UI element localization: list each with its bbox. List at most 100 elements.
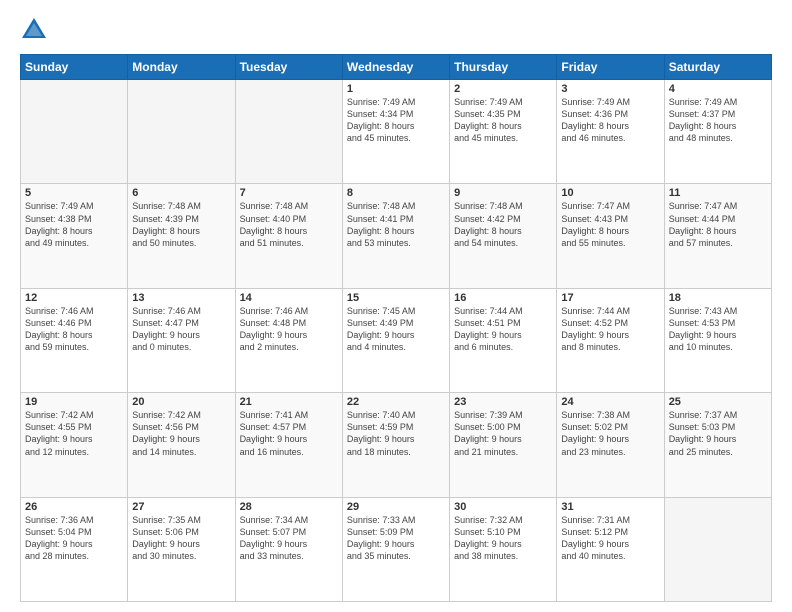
day-number: 25 bbox=[669, 396, 767, 408]
day-number: 29 bbox=[347, 501, 445, 513]
day-number: 23 bbox=[454, 396, 552, 408]
calendar-week-row: 5Sunrise: 7:49 AM Sunset: 4:38 PM Daylig… bbox=[21, 184, 772, 288]
day-number: 14 bbox=[240, 292, 338, 304]
day-number: 6 bbox=[132, 187, 230, 199]
calendar-cell: 6Sunrise: 7:48 AM Sunset: 4:39 PM Daylig… bbox=[128, 184, 235, 288]
day-info: Sunrise: 7:48 AM Sunset: 4:40 PM Dayligh… bbox=[240, 200, 338, 249]
day-number: 8 bbox=[347, 187, 445, 199]
calendar-cell: 19Sunrise: 7:42 AM Sunset: 4:55 PM Dayli… bbox=[21, 393, 128, 497]
calendar-week-row: 19Sunrise: 7:42 AM Sunset: 4:55 PM Dayli… bbox=[21, 393, 772, 497]
calendar-cell: 29Sunrise: 7:33 AM Sunset: 5:09 PM Dayli… bbox=[342, 497, 449, 601]
calendar-cell: 10Sunrise: 7:47 AM Sunset: 4:43 PM Dayli… bbox=[557, 184, 664, 288]
day-info: Sunrise: 7:38 AM Sunset: 5:02 PM Dayligh… bbox=[561, 409, 659, 458]
day-info: Sunrise: 7:36 AM Sunset: 5:04 PM Dayligh… bbox=[25, 514, 123, 563]
calendar-cell: 31Sunrise: 7:31 AM Sunset: 5:12 PM Dayli… bbox=[557, 497, 664, 601]
day-info: Sunrise: 7:48 AM Sunset: 4:42 PM Dayligh… bbox=[454, 200, 552, 249]
day-info: Sunrise: 7:34 AM Sunset: 5:07 PM Dayligh… bbox=[240, 514, 338, 563]
day-number: 15 bbox=[347, 292, 445, 304]
day-number: 1 bbox=[347, 83, 445, 95]
day-number: 18 bbox=[669, 292, 767, 304]
calendar-header-sunday: Sunday bbox=[21, 55, 128, 80]
calendar-cell: 26Sunrise: 7:36 AM Sunset: 5:04 PM Dayli… bbox=[21, 497, 128, 601]
calendar-cell: 27Sunrise: 7:35 AM Sunset: 5:06 PM Dayli… bbox=[128, 497, 235, 601]
calendar-cell: 15Sunrise: 7:45 AM Sunset: 4:49 PM Dayli… bbox=[342, 288, 449, 392]
calendar-header-thursday: Thursday bbox=[450, 55, 557, 80]
day-info: Sunrise: 7:32 AM Sunset: 5:10 PM Dayligh… bbox=[454, 514, 552, 563]
calendar-cell bbox=[128, 80, 235, 184]
day-number: 31 bbox=[561, 501, 659, 513]
day-number: 22 bbox=[347, 396, 445, 408]
calendar-cell: 4Sunrise: 7:49 AM Sunset: 4:37 PM Daylig… bbox=[664, 80, 771, 184]
calendar-cell: 20Sunrise: 7:42 AM Sunset: 4:56 PM Dayli… bbox=[128, 393, 235, 497]
day-info: Sunrise: 7:49 AM Sunset: 4:37 PM Dayligh… bbox=[669, 96, 767, 145]
day-number: 27 bbox=[132, 501, 230, 513]
day-info: Sunrise: 7:46 AM Sunset: 4:46 PM Dayligh… bbox=[25, 305, 123, 354]
calendar-cell: 12Sunrise: 7:46 AM Sunset: 4:46 PM Dayli… bbox=[21, 288, 128, 392]
calendar-cell: 11Sunrise: 7:47 AM Sunset: 4:44 PM Dayli… bbox=[664, 184, 771, 288]
logo bbox=[20, 16, 52, 44]
calendar-cell: 1Sunrise: 7:49 AM Sunset: 4:34 PM Daylig… bbox=[342, 80, 449, 184]
day-info: Sunrise: 7:43 AM Sunset: 4:53 PM Dayligh… bbox=[669, 305, 767, 354]
calendar-header-row: SundayMondayTuesdayWednesdayThursdayFrid… bbox=[21, 55, 772, 80]
calendar-cell: 2Sunrise: 7:49 AM Sunset: 4:35 PM Daylig… bbox=[450, 80, 557, 184]
day-number: 12 bbox=[25, 292, 123, 304]
calendar-cell: 16Sunrise: 7:44 AM Sunset: 4:51 PM Dayli… bbox=[450, 288, 557, 392]
day-info: Sunrise: 7:49 AM Sunset: 4:38 PM Dayligh… bbox=[25, 200, 123, 249]
calendar-header-friday: Friday bbox=[557, 55, 664, 80]
calendar-header-wednesday: Wednesday bbox=[342, 55, 449, 80]
day-number: 20 bbox=[132, 396, 230, 408]
day-info: Sunrise: 7:45 AM Sunset: 4:49 PM Dayligh… bbox=[347, 305, 445, 354]
calendar-header-saturday: Saturday bbox=[664, 55, 771, 80]
day-info: Sunrise: 7:48 AM Sunset: 4:41 PM Dayligh… bbox=[347, 200, 445, 249]
day-number: 21 bbox=[240, 396, 338, 408]
calendar-cell: 25Sunrise: 7:37 AM Sunset: 5:03 PM Dayli… bbox=[664, 393, 771, 497]
day-info: Sunrise: 7:46 AM Sunset: 4:47 PM Dayligh… bbox=[132, 305, 230, 354]
calendar-cell: 3Sunrise: 7:49 AM Sunset: 4:36 PM Daylig… bbox=[557, 80, 664, 184]
calendar-cell: 14Sunrise: 7:46 AM Sunset: 4:48 PM Dayli… bbox=[235, 288, 342, 392]
day-info: Sunrise: 7:40 AM Sunset: 4:59 PM Dayligh… bbox=[347, 409, 445, 458]
day-info: Sunrise: 7:33 AM Sunset: 5:09 PM Dayligh… bbox=[347, 514, 445, 563]
day-info: Sunrise: 7:37 AM Sunset: 5:03 PM Dayligh… bbox=[669, 409, 767, 458]
calendar-cell: 24Sunrise: 7:38 AM Sunset: 5:02 PM Dayli… bbox=[557, 393, 664, 497]
day-number: 17 bbox=[561, 292, 659, 304]
day-number: 13 bbox=[132, 292, 230, 304]
day-info: Sunrise: 7:35 AM Sunset: 5:06 PM Dayligh… bbox=[132, 514, 230, 563]
day-number: 9 bbox=[454, 187, 552, 199]
calendar-cell bbox=[235, 80, 342, 184]
calendar-cell: 22Sunrise: 7:40 AM Sunset: 4:59 PM Dayli… bbox=[342, 393, 449, 497]
calendar-header-monday: Monday bbox=[128, 55, 235, 80]
day-number: 28 bbox=[240, 501, 338, 513]
calendar-cell: 28Sunrise: 7:34 AM Sunset: 5:07 PM Dayli… bbox=[235, 497, 342, 601]
calendar-cell: 5Sunrise: 7:49 AM Sunset: 4:38 PM Daylig… bbox=[21, 184, 128, 288]
calendar-cell: 17Sunrise: 7:44 AM Sunset: 4:52 PM Dayli… bbox=[557, 288, 664, 392]
header bbox=[20, 16, 772, 44]
calendar-cell: 7Sunrise: 7:48 AM Sunset: 4:40 PM Daylig… bbox=[235, 184, 342, 288]
day-info: Sunrise: 7:49 AM Sunset: 4:35 PM Dayligh… bbox=[454, 96, 552, 145]
day-info: Sunrise: 7:31 AM Sunset: 5:12 PM Dayligh… bbox=[561, 514, 659, 563]
day-number: 3 bbox=[561, 83, 659, 95]
day-info: Sunrise: 7:41 AM Sunset: 4:57 PM Dayligh… bbox=[240, 409, 338, 458]
day-number: 30 bbox=[454, 501, 552, 513]
calendar-cell bbox=[21, 80, 128, 184]
day-info: Sunrise: 7:47 AM Sunset: 4:44 PM Dayligh… bbox=[669, 200, 767, 249]
day-info: Sunrise: 7:49 AM Sunset: 4:34 PM Dayligh… bbox=[347, 96, 445, 145]
day-info: Sunrise: 7:48 AM Sunset: 4:39 PM Dayligh… bbox=[132, 200, 230, 249]
logo-icon bbox=[20, 16, 48, 44]
calendar-week-row: 12Sunrise: 7:46 AM Sunset: 4:46 PM Dayli… bbox=[21, 288, 772, 392]
day-info: Sunrise: 7:49 AM Sunset: 4:36 PM Dayligh… bbox=[561, 96, 659, 145]
calendar-cell: 9Sunrise: 7:48 AM Sunset: 4:42 PM Daylig… bbox=[450, 184, 557, 288]
calendar-week-row: 1Sunrise: 7:49 AM Sunset: 4:34 PM Daylig… bbox=[21, 80, 772, 184]
page: SundayMondayTuesdayWednesdayThursdayFrid… bbox=[0, 0, 792, 612]
calendar-cell: 8Sunrise: 7:48 AM Sunset: 4:41 PM Daylig… bbox=[342, 184, 449, 288]
day-info: Sunrise: 7:42 AM Sunset: 4:55 PM Dayligh… bbox=[25, 409, 123, 458]
calendar-cell: 18Sunrise: 7:43 AM Sunset: 4:53 PM Dayli… bbox=[664, 288, 771, 392]
day-number: 26 bbox=[25, 501, 123, 513]
day-number: 11 bbox=[669, 187, 767, 199]
day-number: 2 bbox=[454, 83, 552, 95]
day-number: 16 bbox=[454, 292, 552, 304]
calendar-table: SundayMondayTuesdayWednesdayThursdayFrid… bbox=[20, 54, 772, 602]
calendar-cell: 13Sunrise: 7:46 AM Sunset: 4:47 PM Dayli… bbox=[128, 288, 235, 392]
day-info: Sunrise: 7:44 AM Sunset: 4:51 PM Dayligh… bbox=[454, 305, 552, 354]
day-number: 7 bbox=[240, 187, 338, 199]
day-info: Sunrise: 7:44 AM Sunset: 4:52 PM Dayligh… bbox=[561, 305, 659, 354]
